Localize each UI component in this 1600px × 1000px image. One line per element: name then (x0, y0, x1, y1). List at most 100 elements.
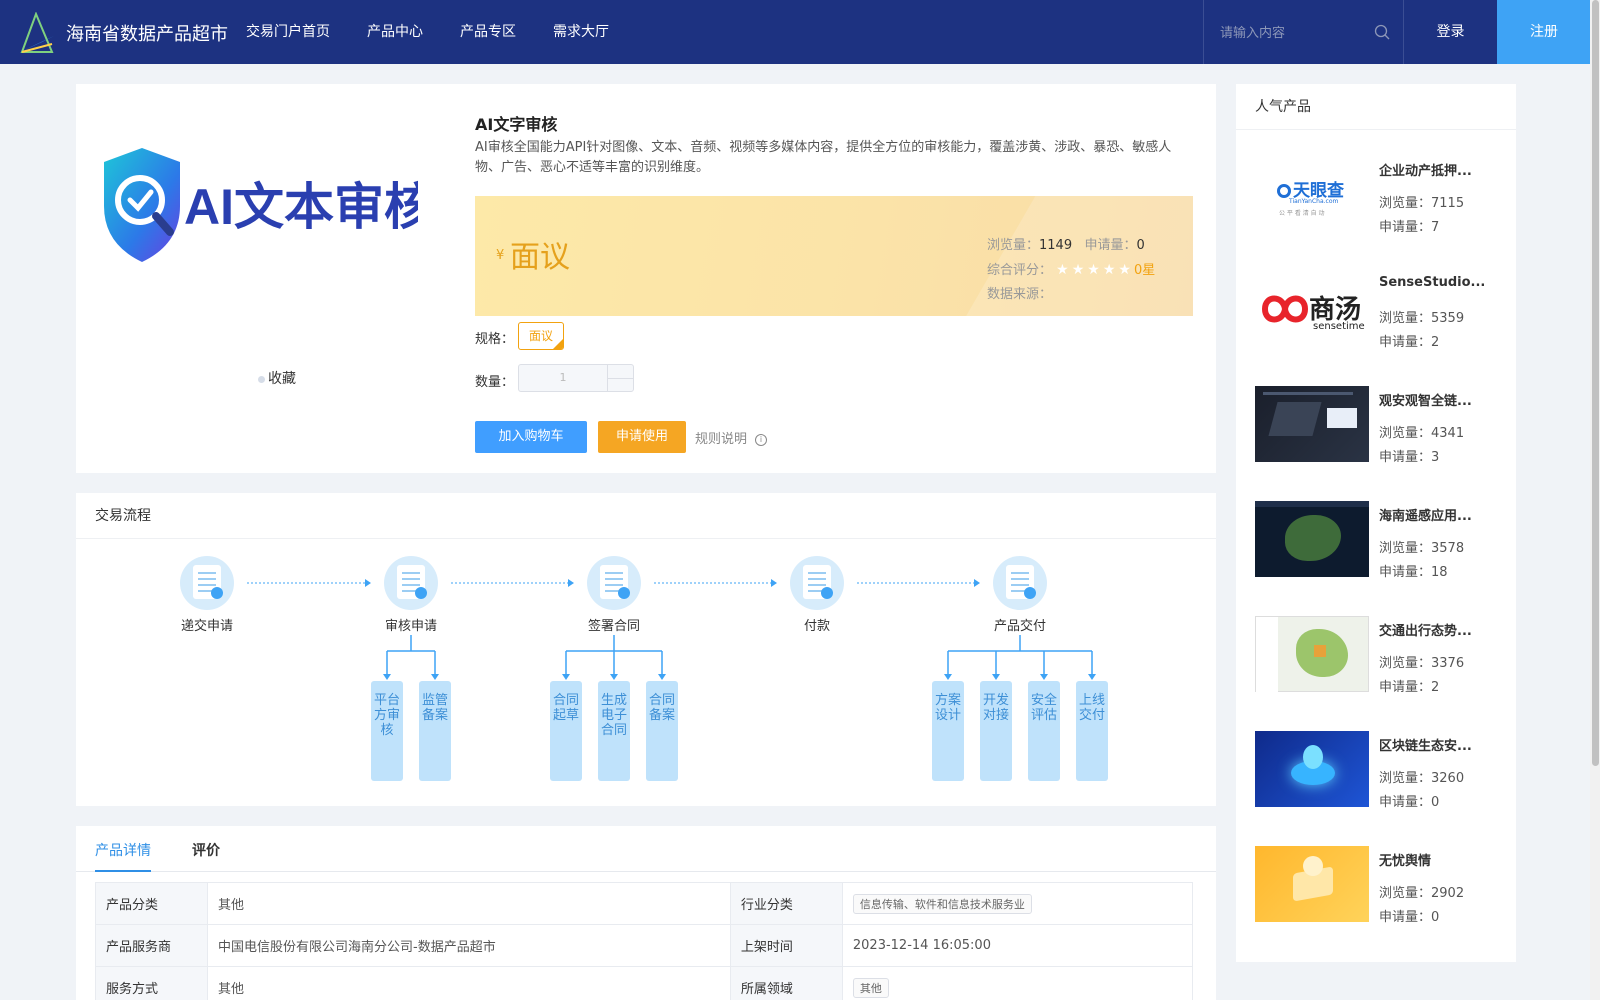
product-thumbnail[interactable] (1255, 846, 1369, 922)
process-card: 交易流程 递交申请 审核申请 平台方审核 监管备案 签署合同 合同起草 生成电子合同 合同备案… (76, 493, 1216, 806)
process-substep: 安全评估 (1028, 681, 1060, 781)
rules-link[interactable]: 规则说明 i (695, 428, 768, 447)
product-thumbnail[interactable]: 天眼查 TianYanCha.com 公 平 看 清 自 动 (1255, 156, 1369, 232)
product-thumbnail[interactable] (1255, 616, 1369, 692)
popular-product-item[interactable]: 天眼查 TianYanCha.com 公 平 看 清 自 动 企业动产抵押...… (1255, 156, 1505, 236)
product-description: AI审核全国能力API针对图像、文本、音频、视频等多媒体内容，提供全方位的审核能… (475, 140, 1172, 175)
process-substep: 平台方审核 (371, 681, 403, 781)
payment-icon (790, 556, 844, 610)
tab-reviews[interactable]: 评价 (192, 840, 220, 860)
industry-tag: 信息传输、软件和信息技术服务业 (852, 893, 1032, 914)
popular-product-views: 浏览量：3260 (1379, 771, 1465, 786)
table-row: 产品服务商 中国电信股份有限公司海南分公司-数据产品超市 上架时间 2023-1… (95, 924, 1194, 967)
favorite-button[interactable]: 收藏 (258, 368, 296, 388)
svg-text:AI文本审核: AI文本审核 (184, 179, 418, 235)
popular-product-title[interactable]: 交通出行态势... (1379, 620, 1487, 639)
table-cell: 2023-12-14 16:05:00 (841, 924, 1194, 967)
popular-product-item[interactable]: 无忧舆情 浏览量：2902 申请量：0 (1255, 846, 1505, 926)
popular-product-item[interactable]: 观安观智全链... 浏览量：4341 申请量：3 (1255, 386, 1505, 466)
popular-product-title[interactable]: SenseStudio... (1379, 275, 1487, 290)
popular-product-applications: 申请量：3 (1379, 450, 1440, 465)
applications-label: 申请量： (1084, 238, 1137, 253)
process-step-label: 递交申请 (180, 619, 233, 634)
spec-option[interactable]: 面议 (518, 322, 564, 350)
product-title: AI文字审核 (475, 115, 558, 134)
product-thumbnail[interactable] (1255, 731, 1369, 807)
views-label: 浏览量： (987, 238, 1040, 253)
nav-demand-hall[interactable]: 需求大厅 (553, 0, 609, 64)
popular-product-title[interactable]: 区块链生态安... (1379, 735, 1487, 754)
sensetime-logo-icon (1262, 295, 1309, 323)
login-button[interactable]: 登录 (1403, 0, 1497, 64)
process-step-label: 产品交付 (993, 619, 1046, 634)
product-thumbnail[interactable]: 商汤 sensetime (1255, 271, 1369, 347)
process-substep: 生成电子合同 (598, 681, 630, 781)
arrow-down-icon (658, 674, 666, 680)
arrow-head-icon (771, 579, 777, 587)
arrow-down-icon (1040, 674, 1048, 680)
process-substep: 合同起草 (550, 681, 582, 781)
search-input[interactable] (1220, 22, 1370, 44)
quantity-stepper[interactable]: 1 (518, 364, 634, 392)
active-tab-indicator (95, 870, 151, 872)
quantity-arrows[interactable] (607, 365, 634, 391)
table-cell: 产品服务商 (95, 924, 208, 967)
applications-value: 0 (1136, 238, 1145, 253)
page-scrollbar[interactable] (1590, 0, 1600, 1000)
quantity-label: 数量： (475, 375, 515, 390)
search-icon[interactable] (1374, 24, 1390, 40)
popular-product-item[interactable]: 商汤 sensetime SenseStudio... 浏览量：5359 申请量… (1255, 271, 1505, 351)
add-to-cart-button[interactable]: 加入购物车 (475, 421, 587, 453)
currency-symbol: ¥ (496, 248, 505, 263)
quantity-value[interactable]: 1 (519, 365, 607, 391)
process-substep: 上线交付 (1076, 681, 1108, 781)
process-step-label: 付款 (803, 619, 830, 634)
popular-product-views: 浏览量：2902 (1379, 886, 1465, 901)
register-button[interactable]: 注册 (1497, 0, 1591, 64)
process-substep: 监管备案 (419, 681, 451, 781)
info-icon: i (755, 433, 768, 446)
tab-product-details[interactable]: 产品详情 (95, 840, 151, 860)
popular-product-item[interactable]: 海南遥感应用... 浏览量：3578 申请量：18 (1255, 501, 1505, 581)
product-thumbnail[interactable] (1255, 501, 1369, 577)
product-image: AI文本审核 (98, 144, 434, 274)
popular-products-sidebar: 人气产品 天眼查 TianYanCha.com 公 平 看 清 自 动 企业动产… (1236, 84, 1516, 962)
popular-product-item[interactable]: 区块链生态安... 浏览量：3260 申请量：0 (1255, 731, 1505, 811)
arrow-down-icon (431, 674, 439, 680)
popular-product-title[interactable]: 海南遥感应用... (1379, 505, 1487, 524)
views-value: 1149 (1039, 238, 1073, 253)
popular-product-title[interactable]: 无忧舆情 (1379, 850, 1487, 869)
site-title[interactable]: 海南省数据产品超市 (66, 20, 228, 46)
nav-product-center[interactable]: 产品中心 (367, 0, 423, 64)
table-cell: 产品分类 (95, 882, 208, 925)
sidebar-title: 人气产品 (1236, 84, 1516, 130)
nav-product-zone[interactable]: 产品专区 (460, 0, 516, 64)
popular-product-views: 浏览量：3376 (1379, 656, 1465, 671)
table-cell: 上架时间 (729, 924, 843, 967)
site-logo-icon[interactable] (18, 12, 56, 54)
table-cell: 服务方式 (95, 966, 208, 1000)
arrow-head-icon (365, 579, 371, 587)
popular-product-views: 浏览量：5359 (1379, 311, 1465, 326)
popular-product-title[interactable]: 观安观智全链... (1379, 390, 1487, 409)
shield-search-icon: AI文本审核 (104, 148, 434, 262)
popular-product-item[interactable]: 交通出行态势... 浏览量：3376 申请量：2 (1255, 616, 1505, 696)
popular-product-applications: 申请量：2 (1379, 680, 1440, 695)
popular-product-applications: 申请量：18 (1379, 565, 1448, 580)
rating-text: 0星 (1133, 263, 1156, 278)
popular-product-applications: 申请量：7 (1379, 220, 1440, 235)
domain-tag: 其他 (852, 977, 889, 998)
star-icon: ★ (1056, 262, 1069, 278)
product-card: AI文本审核 收藏 AI文字审核 AI审核全国能力API针对图像、文本、音频、视… (76, 84, 1216, 473)
table-cell: 行业分类 (729, 882, 843, 925)
favorite-icon (258, 375, 265, 383)
favorite-label: 收藏 (268, 371, 296, 387)
nav-home[interactable]: 交易门户首页 (246, 0, 330, 64)
table-cell: 其他 (207, 882, 731, 925)
scroll-thumb[interactable] (1592, 0, 1599, 766)
spec-label: 规格： (475, 332, 515, 347)
product-thumbnail[interactable] (1255, 386, 1369, 462)
popular-product-title[interactable]: 企业动产抵押... (1379, 160, 1487, 179)
product-stats: 浏览量：1149 申请量：0 综合评分： ★ ★ ★ ★ ★ 0星 数据来源： (987, 234, 1155, 307)
apply-button[interactable]: 申请使用 (598, 421, 686, 453)
